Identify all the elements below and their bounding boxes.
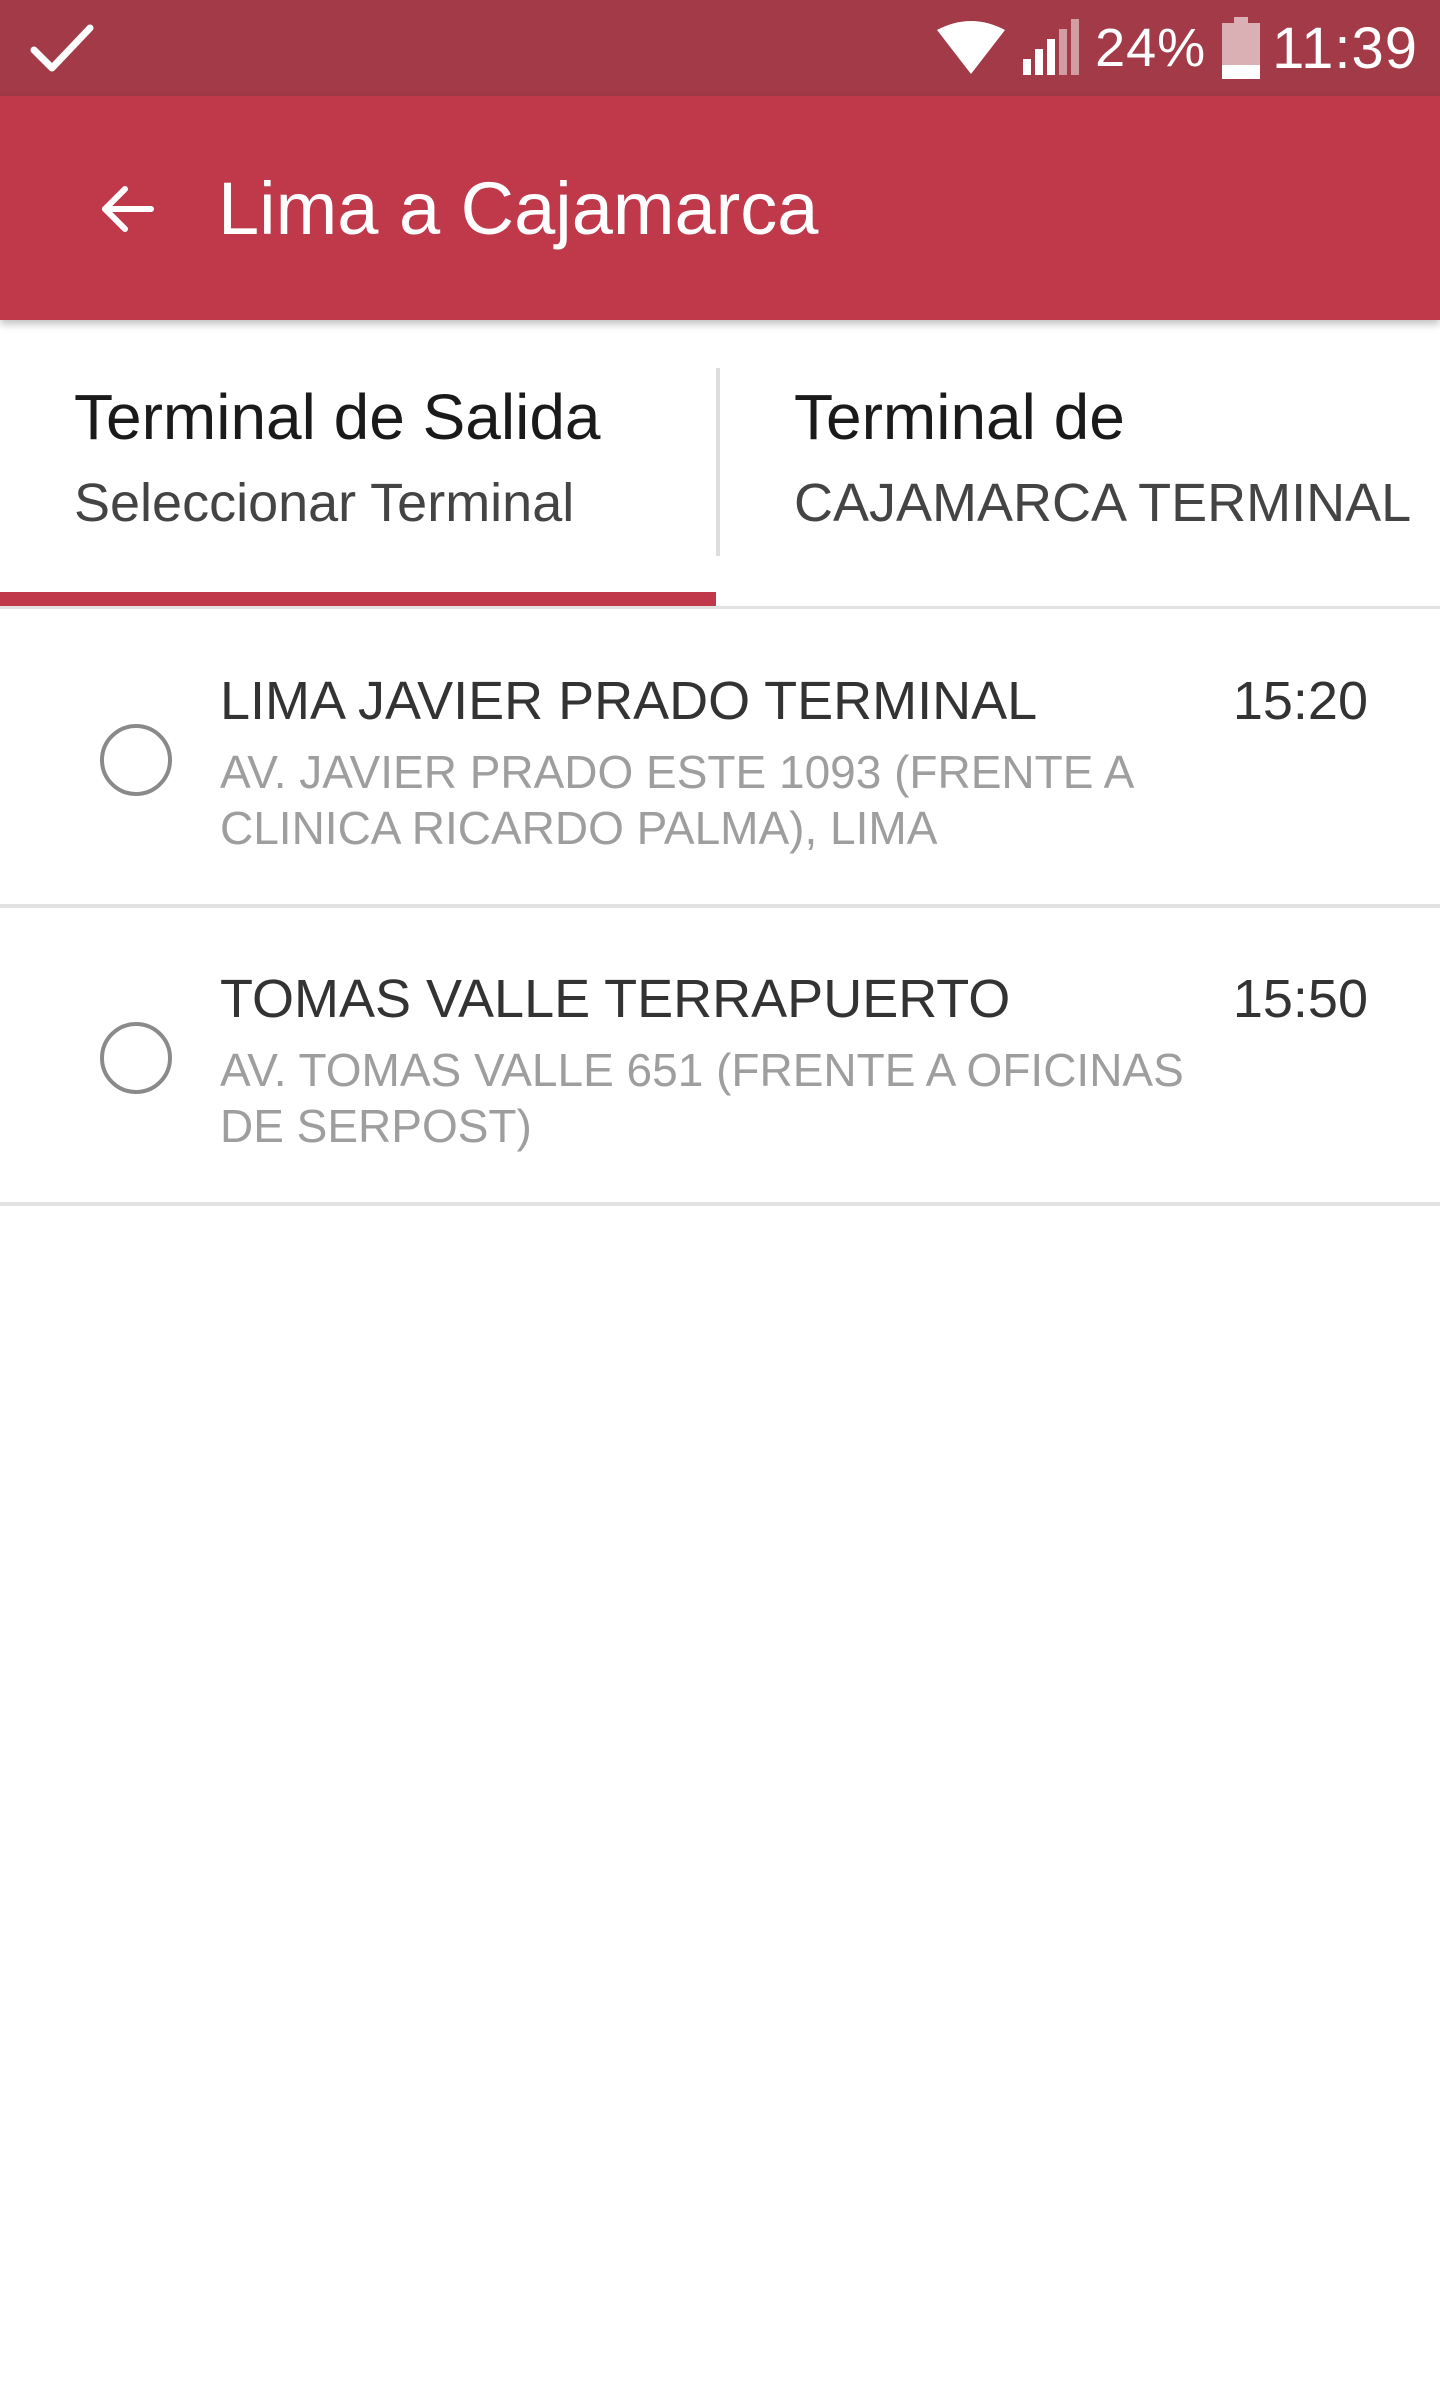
battery-percentage: 24% [1095,18,1207,78]
list-item[interactable]: LIMA JAVIER PRADO TERMINAL AV. JAVIER PR… [0,610,1440,908]
status-bar: 24% 11:39 [0,0,1440,96]
check-icon [30,24,94,72]
terminal-name: LIMA JAVIER PRADO TERMINAL [220,671,1038,731]
tab-title: Terminal de Salida [74,381,601,453]
back-button[interactable] [84,166,170,252]
terminal-address: AV. TOMAS VALLE 651 (FRENTE A OFICINAS D… [220,1044,1184,1152]
page-title: Lima a Cajamarca [218,167,819,250]
tab-subtitle: CAJAMARCA TERMINAL [794,473,1412,533]
status-indicators: 24% 11:39 [935,0,1418,96]
tab-departure-terminal[interactable]: Terminal de Salida Seleccionar Terminal [0,320,716,610]
terminal-name: TOMAS VALLE TERRAPUERTO [220,969,1011,1029]
status-time: 11:39 [1272,15,1418,81]
app-bar: Lima a Cajamarca [0,96,1440,320]
departure-time: 15:50 [1232,969,1368,1029]
tab-subtitle: Seleccionar Terminal [74,473,575,533]
arrow-back-icon [102,186,154,232]
departure-time: 15:20 [1232,671,1368,731]
terminal-tabs: Terminal de Salida Seleccionar Terminal … [0,320,1440,610]
radio-button[interactable] [100,724,172,796]
selected-tab-indicator [0,592,716,606]
terminal-list: LIMA JAVIER PRADO TERMINAL AV. JAVIER PR… [0,610,1440,1206]
tab-arrival-terminal[interactable]: Terminal de CAJAMARCA TERMINAL [720,320,1440,610]
radio-button[interactable] [100,1022,172,1094]
signal-icon [1023,19,1080,75]
list-item[interactable]: TOMAS VALLE TERRAPUERTO AV. TOMAS VALLE … [0,908,1440,1206]
divider [0,606,1440,609]
wifi-icon [937,21,1006,74]
terminal-address: AV. JAVIER PRADO ESTE 1093 (FRENTE A CLI… [220,746,1132,854]
tab-title: Terminal de [794,381,1125,453]
battery-icon [1222,17,1261,79]
